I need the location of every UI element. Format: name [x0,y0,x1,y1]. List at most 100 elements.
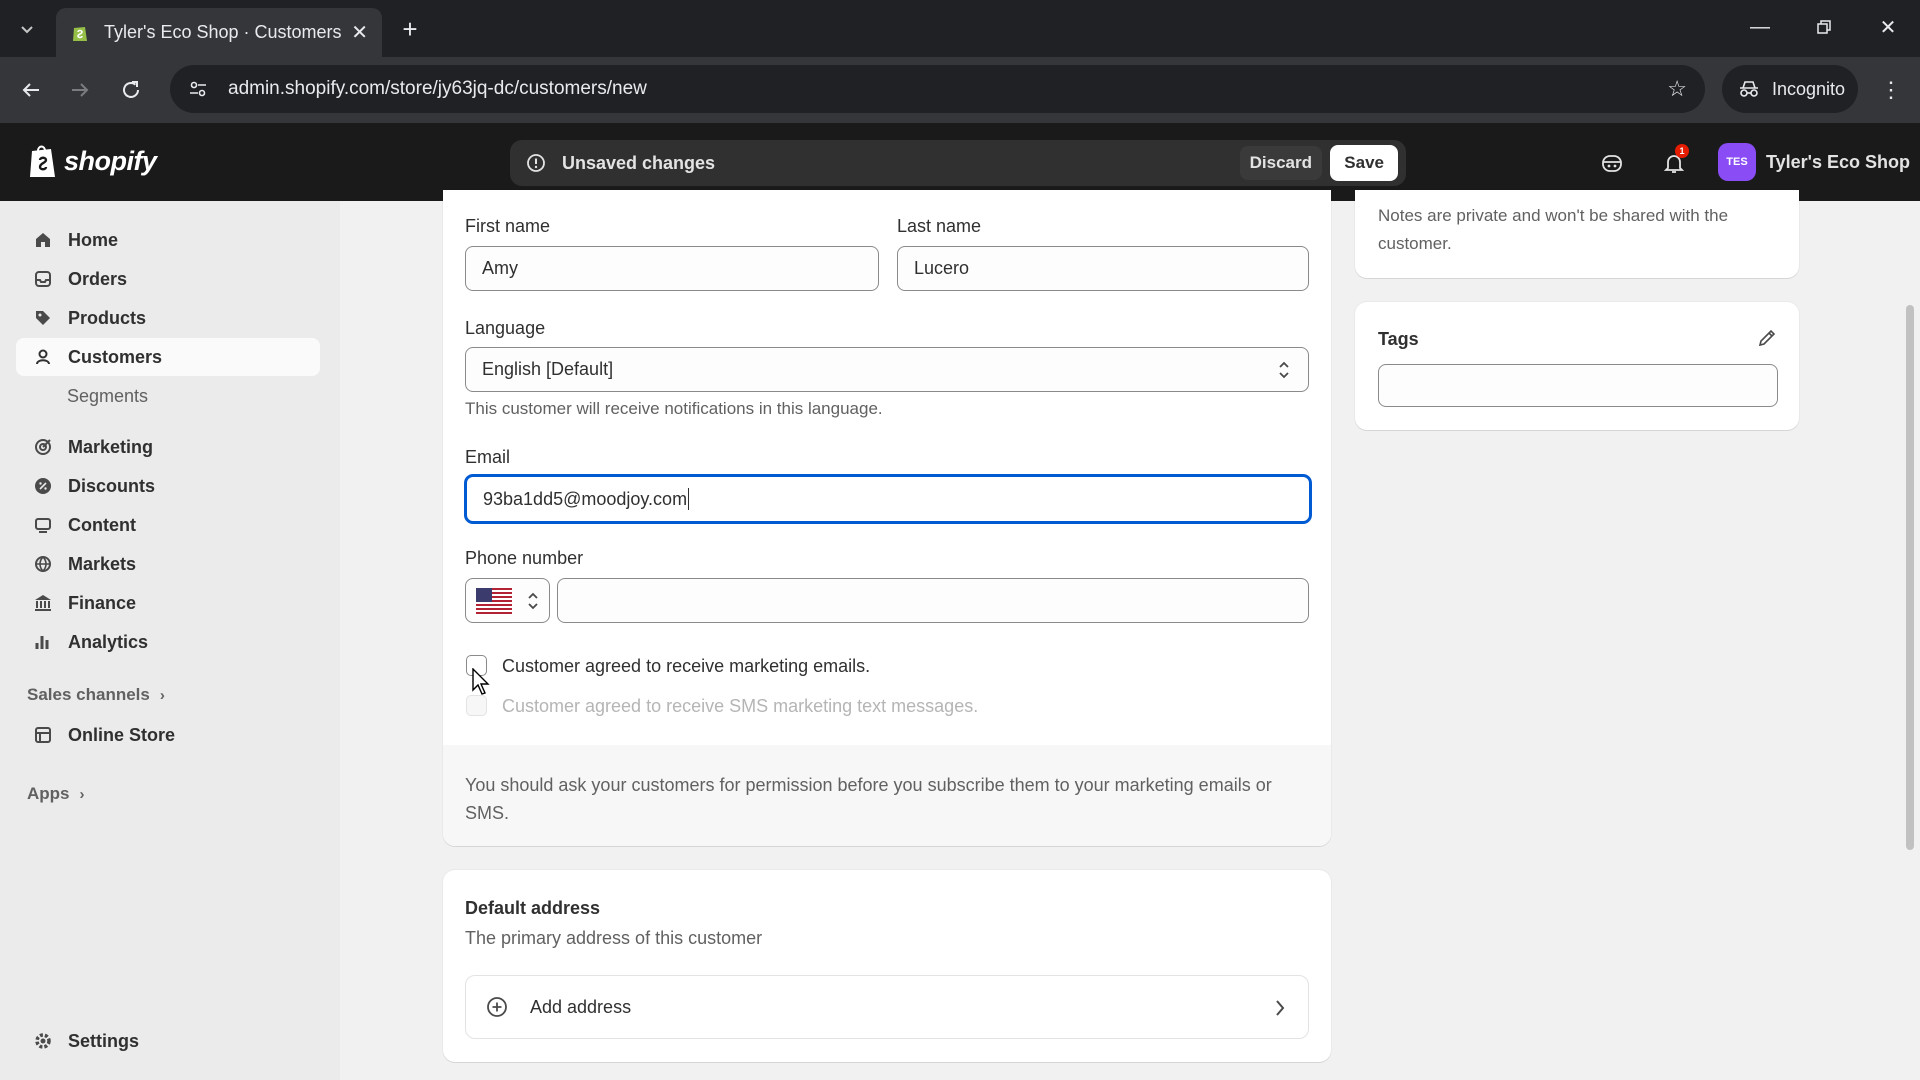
back-icon[interactable] [14,73,48,107]
target-icon [32,436,54,458]
browser-tab-bar: Tyler's Eco Shop · Customers · N ✕ + — ✕ [0,0,1920,57]
permission-note-text: You should ask your customers for permis… [465,775,1272,823]
sidebar-item-online-store[interactable]: Online Store [16,716,320,754]
content-icon [32,514,54,536]
chevron-right-icon [1276,1000,1285,1016]
globe-icon [32,553,54,575]
browser-tab[interactable]: Tyler's Eco Shop · Customers · N ✕ [56,8,382,57]
sidebar-item-discounts[interactable]: Discounts [16,467,320,505]
url-text: admin.shopify.com/store/jy63jq-dc/custom… [228,78,647,99]
apps-header[interactable]: Apps › [27,784,85,804]
store-menu[interactable]: TES Tyler's Eco Shop [1718,143,1910,181]
sidebar-item-label: Settings [68,1030,140,1051]
save-button[interactable]: Save [1330,145,1398,181]
sidebar-item-label: Analytics [68,631,149,652]
page-scrollbar[interactable] [1906,305,1914,850]
shopify-wordmark: shopify [64,145,157,176]
sidebar-item-markets[interactable]: Markets [16,545,320,583]
sidebar-item-content[interactable]: Content [16,506,320,544]
chevron-right-icon: › [79,785,85,803]
marketing-emails-label: Customer agreed to receive marketing ema… [502,656,871,676]
address-bar[interactable]: admin.shopify.com/store/jy63jq-dc/custom… [170,65,1705,113]
shopify-favicon-icon [73,26,87,41]
store-name: Tyler's Eco Shop [1766,151,1910,172]
tags-card: Tags [1355,302,1799,430]
first-name-label: First name [465,216,551,236]
sidebar-item-orders[interactable]: Orders [16,260,320,298]
sidebar-item-label: Marketing [68,436,154,457]
discard-button[interactable]: Discard [1239,146,1322,180]
sms-marketing-label: Customer agreed to receive SMS marketing… [502,696,979,716]
edit-pencil-icon[interactable] [1757,328,1777,348]
chart-icon [32,631,54,653]
sidekick-icon[interactable] [1596,147,1628,179]
shopify-logo[interactable]: shopify [28,143,157,179]
select-arrows-icon [528,592,538,610]
sms-marketing-checkbox[interactable] [466,695,487,716]
incognito-label: Incognito [1772,78,1846,99]
notes-card: Notes are private and won't be shared wi… [1355,190,1799,278]
incognito-indicator[interactable]: Incognito [1722,65,1858,113]
forward-icon[interactable] [63,73,97,107]
phone-number-input[interactable] [557,578,1309,623]
bookmark-star-icon[interactable]: ☆ [1667,76,1687,102]
default-address-title: Default address [465,898,601,918]
sidebar-item-home[interactable]: Home [16,221,320,259]
sidebar-item-label: Finance [68,592,137,613]
tab-search-button[interactable] [8,10,46,48]
sidebar-item-customers[interactable]: Customers [16,338,320,376]
site-settings-icon[interactable] [184,75,212,103]
last-name-input[interactable]: Lucero [897,246,1309,291]
chevron-right-icon: › [159,686,165,704]
country-code-select[interactable] [465,578,550,623]
add-address-label: Add address [530,996,632,1017]
sidebar-item-products[interactable]: Products [16,299,320,337]
minimize-icon[interactable]: — [1740,12,1780,42]
tags-input[interactable] [1378,364,1778,407]
text-caret [688,488,690,510]
first-name-value: Amy [482,258,518,278]
restore-icon[interactable] [1804,12,1844,42]
plus-circle-icon [487,997,507,1017]
email-label: Email [465,447,511,467]
chevron-down-icon [21,26,33,34]
sidebar-item-settings[interactable]: Settings [16,1022,320,1060]
select-arrows-icon [1279,361,1289,379]
sales-channels-label: Sales channels [27,685,150,704]
alert-circle-icon [526,153,546,173]
sidebar-item-analytics[interactable]: Analytics [16,623,320,661]
inbox-icon [32,268,54,290]
email-value: 93ba1dd5@moodjoy.com [483,488,688,509]
sidebar-item-label: Discounts [68,475,156,496]
email-input[interactable]: 93ba1dd5@moodjoy.com [465,475,1311,523]
phone-label: Phone number [465,548,584,568]
browser-menu-icon[interactable]: ⋮ [1876,73,1906,107]
sidebar-item-label: Content [68,514,136,535]
last-name-value: Lucero [914,258,970,278]
sidebar-item-label: Products [68,307,147,328]
store-avatar: TES [1718,143,1756,181]
reload-icon[interactable] [114,73,148,107]
add-address-button[interactable]: Add address [465,975,1309,1039]
sidebar-item-finance[interactable]: Finance [16,584,320,622]
sales-channels-header[interactable]: Sales channels › [27,685,165,705]
first-name-input[interactable]: Amy [465,246,879,291]
notification-count-badge: 1 [1675,144,1689,158]
window-close-icon[interactable]: ✕ [1868,12,1908,42]
sidebar-item-marketing[interactable]: Marketing [16,428,320,466]
sidebar-item-label: Online Store [68,724,176,745]
home-icon [32,229,54,251]
language-select[interactable]: English [Default] [465,347,1309,392]
sidebar-item-label: Home [68,229,119,250]
notes-privacy-text: Notes are private and won't be shared wi… [1378,206,1729,253]
person-icon [32,346,54,368]
new-tab-button[interactable]: + [395,14,425,44]
last-name-label: Last name [897,216,982,236]
tags-title: Tags [1378,329,1419,349]
sidebar-item-label: Orders [68,268,128,289]
sidebar-item-segments[interactable]: Segments [16,377,320,415]
tab-close-icon[interactable]: ✕ [351,20,368,45]
default-address-subtitle: The primary address of this customer [465,928,763,948]
store-icon [32,724,54,746]
mouse-pointer-icon [472,668,490,695]
